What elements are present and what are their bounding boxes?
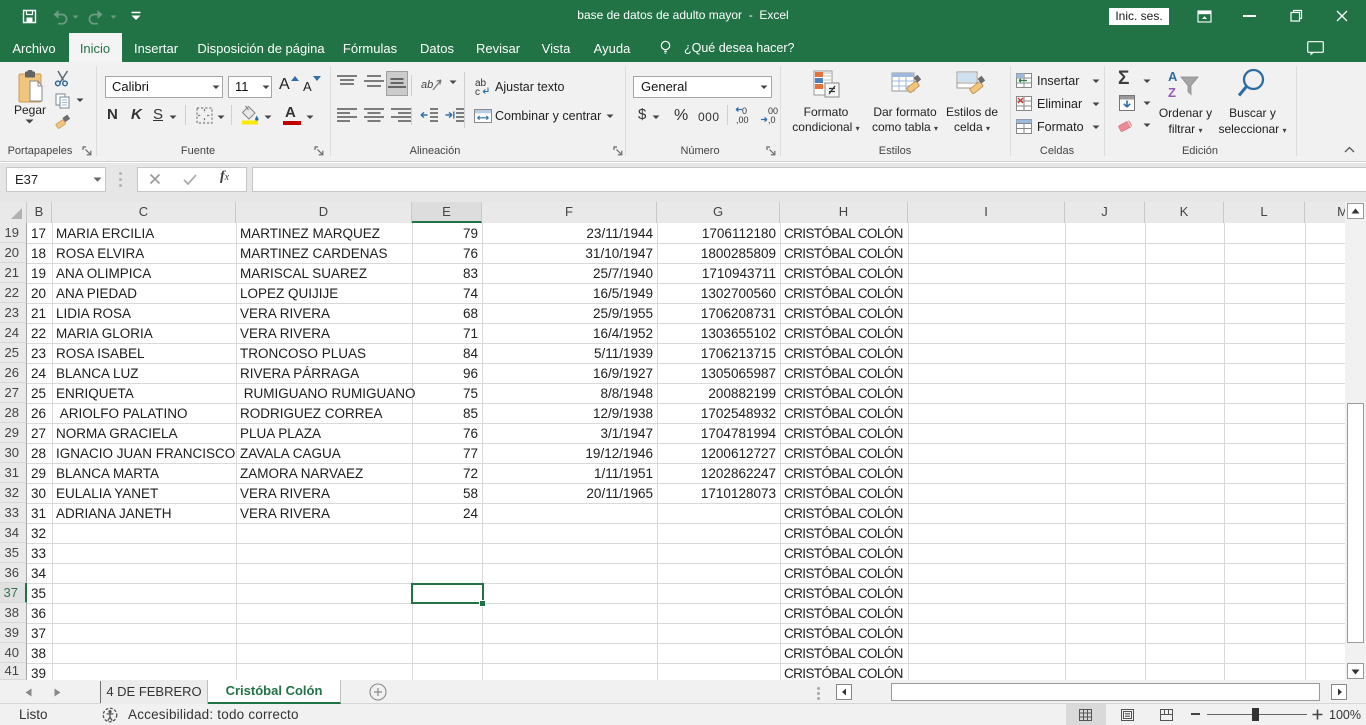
svg-text:c: c (475, 87, 480, 96)
svg-text:ab: ab (421, 79, 433, 91)
svg-text:,00: ,00 (736, 115, 749, 125)
